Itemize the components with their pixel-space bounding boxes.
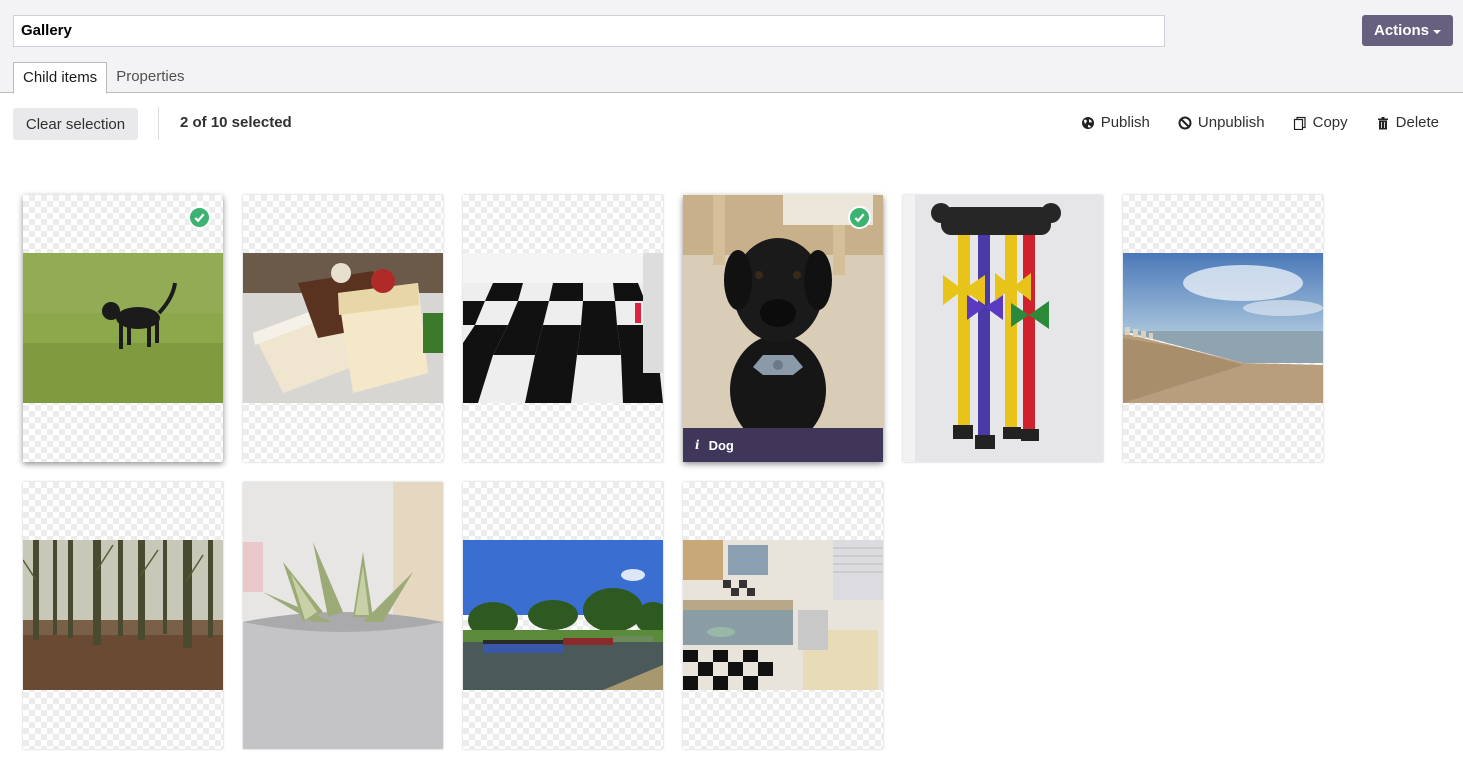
globe-icon [1081,116,1094,129]
media-item-checkered-floor[interactable] [463,195,663,462]
media-thumbnail [463,540,663,690]
selected-check-icon [848,206,871,229]
media-thumbnail [23,253,223,403]
actions-button[interactable]: Actions [1362,15,1453,46]
delete-label: Delete [1395,114,1439,131]
unpublish-label: Unpublish [1197,114,1265,131]
info-icon: i [695,438,700,452]
bulk-actions: Publish Unpublish Copy Delete [1081,114,1439,131]
actions-label: Actions [1373,22,1429,39]
publish-label: Publish [1100,114,1150,131]
media-thumbnail [23,540,223,690]
clear-selection-button[interactable]: Clear selection [13,108,138,140]
toolbar-divider [158,107,159,140]
trash-icon [1377,116,1388,129]
item-caption-label: Dog [708,437,734,453]
publish-button[interactable]: Publish [1081,114,1150,131]
media-thumbnail [903,195,1103,462]
media-item-collars[interactable] [903,195,1103,462]
editor-header: Gallery Actions Child items Properties [0,0,1463,94]
unpublish-button[interactable]: Unpublish [1178,114,1265,131]
node-name-input[interactable]: Gallery [13,15,1165,47]
prohibited-icon [1178,116,1192,129]
media-thumbnail [243,482,443,749]
selection-count: 2 of 10 selected [180,114,292,131]
caret-down-icon [1433,29,1441,34]
copy-button[interactable]: Copy [1293,114,1348,131]
media-item-plant[interactable] [243,482,443,749]
media-thumbnail [243,253,443,403]
media-item-dog-grass[interactable] [23,195,223,462]
media-item-woodland[interactable] [23,482,223,749]
delete-button[interactable]: Delete [1376,114,1439,131]
media-item-beach[interactable] [1123,195,1323,462]
editor-tabs: Child items Properties [13,62,194,94]
tab-properties[interactable]: Properties [107,62,193,93]
media-thumbnail [683,540,883,690]
item-caption: i Dog [683,428,883,462]
media-item-dog[interactable]: i Dog [683,195,883,462]
selected-check-icon [188,206,211,229]
media-item-kitchen[interactable] [683,482,883,749]
media-thumbnail [683,195,883,462]
copy-icon [1293,116,1306,130]
selection-toolbar: Clear selection 2 of 10 selected Publish… [0,93,1463,153]
media-item-cake[interactable] [243,195,443,462]
tab-child-items[interactable]: Child items [13,62,108,94]
media-thumbnail [1123,253,1323,403]
media-item-canal[interactable] [463,482,663,749]
copy-label: Copy [1312,114,1348,131]
media-thumbnail [463,253,663,403]
